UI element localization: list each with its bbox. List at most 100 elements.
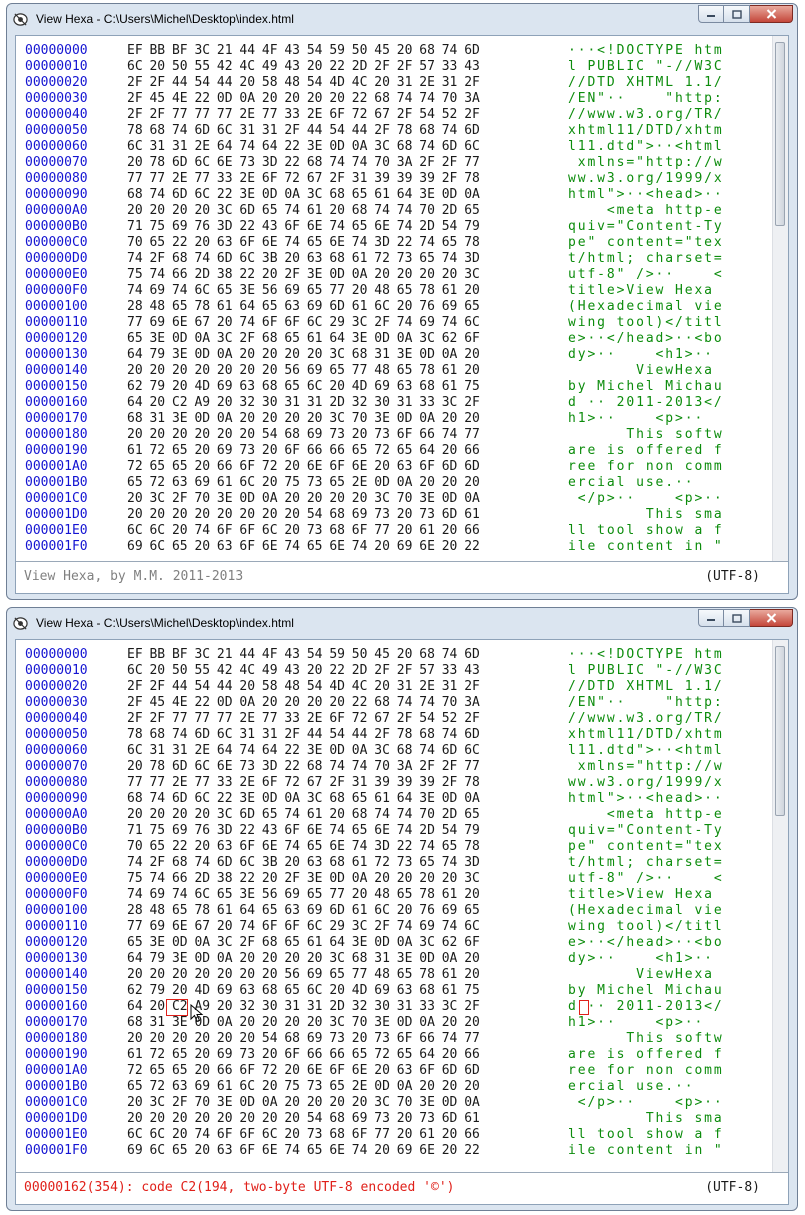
hex-bytes-cell: 74 69 74 6C 65 3E 56 69 65 77 20 48 65 7… <box>127 283 480 298</box>
ascii-cell: e>··</head>··<bo <box>568 935 724 950</box>
hex-bytes-cell: 72 65 65 20 66 6F 72 20 6E 6F 6E 20 63 6… <box>127 1063 480 1078</box>
ascii-cell: d ·· 2011-2013</ <box>568 395 724 410</box>
app-eye-icon <box>13 13 28 26</box>
ascii-cell: (Hexadecimal vie <box>568 299 724 314</box>
ascii-cell: dy>·· <h1>·· <box>568 347 724 362</box>
ascii-cell: xhtml11/DTD/xhtm <box>568 123 724 138</box>
address-cell: 00000100 <box>25 903 88 918</box>
address-cell: 000000C0 <box>25 839 88 854</box>
hex-dump-area[interactable]: 00000000 EF BB BF 3C 21 44 4F 43 54 59 50… <box>16 36 774 562</box>
address-cell: 00000110 <box>25 315 88 330</box>
address-cell: 00000160 <box>25 999 88 1014</box>
hex-bytes-cell: 74 69 74 6C 65 3E 56 69 65 77 20 48 65 7… <box>127 887 480 902</box>
hex-bytes-cell: 28 48 65 78 61 64 65 63 69 6D 61 6C 20 7… <box>127 903 480 918</box>
address-cell: 00000170 <box>25 1015 88 1030</box>
app-eye-icon <box>13 617 28 630</box>
ascii-cell: This sma <box>568 507 724 522</box>
ascii-cell: ercial use.·· <box>568 1079 724 1094</box>
address-cell: 00000070 <box>25 155 88 170</box>
hex-bytes-cell: 77 77 2E 77 33 2E 6F 72 67 2F 31 39 39 3… <box>127 171 480 186</box>
client-area: 00000000 EF BB BF 3C 21 44 4F 43 54 59 50… <box>15 35 789 594</box>
address-cell: 00000020 <box>25 679 88 694</box>
address-cell: 000000A0 <box>25 203 88 218</box>
ascii-cell: title>View Hexa <box>568 887 724 902</box>
title-bar[interactable]: View Hexa - C:\Users\Michel\Desktop\inde… <box>7 4 797 34</box>
address-cell: 00000170 <box>25 411 88 426</box>
hex-bytes-cell: 6C 31 31 2E 64 74 64 22 3E 0D 0A 3C 68 7… <box>127 139 480 154</box>
hex-bytes-cell: 62 79 20 4D 69 63 68 65 6C 20 4D 69 63 6… <box>127 379 480 394</box>
address-cell: 000001E0 <box>25 523 88 538</box>
ascii-cell: t/html; charset= <box>568 251 724 266</box>
address-cell: 00000080 <box>25 775 88 790</box>
address-cell: 000000E0 <box>25 267 88 282</box>
address-cell: 00000050 <box>25 727 88 742</box>
hex-bytes-cell: 69 6C 65 20 63 6F 6E 74 65 6E 74 20 69 6… <box>127 1143 480 1158</box>
ascii-cell: utf-8" />·· < <box>568 871 724 886</box>
hex-bytes-cell: 20 20 20 20 20 20 20 20 54 68 69 73 20 7… <box>127 1111 480 1126</box>
address-cell: 00000150 <box>25 983 88 998</box>
address-cell: 000001F0 <box>25 539 88 554</box>
hex-bytes-cell: 74 2F 68 74 6D 6C 3B 20 63 68 61 72 73 6… <box>127 855 480 870</box>
hex-bytes-cell: 72 65 65 20 66 6F 72 20 6E 6F 6E 20 63 6… <box>127 459 480 474</box>
hex-bytes-cell: 75 74 66 2D 38 22 20 2F 3E 0D 0A 20 20 2… <box>127 267 480 282</box>
encoding-indicator: (UTF-8) <box>705 1180 760 1195</box>
ascii-cell: //www.w3.org/TR/ <box>568 711 724 726</box>
address-cell: 00000090 <box>25 187 88 202</box>
encoding-indicator: (UTF-8) <box>705 569 760 584</box>
minimize-button[interactable] <box>698 609 724 627</box>
address-cell: 00000030 <box>25 695 88 710</box>
address-cell: 000000B0 <box>25 823 88 838</box>
hex-bytes-cell: 20 3C 2F 70 3E 0D 0A 20 20 20 20 3C 70 3… <box>127 1095 480 1110</box>
hex-bytes-cell: 75 74 66 2D 38 22 20 2F 3E 0D 0A 20 20 2… <box>127 871 480 886</box>
window-title: View Hexa - C:\Users\Michel\Desktop\inde… <box>36 616 294 630</box>
ascii-cell: h1>·· <p>·· <box>568 411 724 426</box>
minimize-icon <box>707 15 715 17</box>
ascii-cell: ile content in " <box>568 539 724 554</box>
hex-dump-area[interactable]: 00000000 EF BB BF 3C 21 44 4F 43 54 59 50… <box>16 640 774 1173</box>
ascii-cell: are is offered f <box>568 1047 724 1062</box>
scrollbar-thumb[interactable] <box>775 42 785 226</box>
scrollbar-thumb[interactable] <box>775 646 785 816</box>
address-cell: 000001C0 <box>25 491 88 506</box>
close-button[interactable] <box>750 5 793 23</box>
minimize-button[interactable] <box>698 5 724 23</box>
vertical-scrollbar[interactable] <box>772 36 788 562</box>
hex-bytes-cell: 77 69 6E 67 20 74 6F 6F 6C 29 3C 2F 74 6… <box>127 919 480 934</box>
hex-bytes-cell: 71 75 69 76 3D 22 43 6F 6E 74 65 6E 74 2… <box>127 219 480 234</box>
title-bar[interactable]: View Hexa - C:\Users\Michel\Desktop\inde… <box>7 608 797 638</box>
address-cell: 000001A0 <box>25 1063 88 1078</box>
hex-bytes-cell: 20 3C 2F 70 3E 0D 0A 20 20 20 20 3C 70 3… <box>127 491 480 506</box>
address-cell: 00000190 <box>25 1047 88 1062</box>
vertical-scrollbar[interactable] <box>772 640 788 1173</box>
address-cell: 000000A0 <box>25 807 88 822</box>
ascii-cell: ercial use.·· <box>568 475 724 490</box>
ascii-cell: /EN"·· "http: <box>568 91 724 106</box>
close-button[interactable] <box>750 609 793 627</box>
hex-bytes-cell: 20 20 20 20 20 20 20 56 69 65 77 48 65 7… <box>127 967 480 982</box>
hex-bytes-cell: 61 72 65 20 69 73 20 6F 66 66 65 72 65 6… <box>127 443 480 458</box>
maximize-button[interactable] <box>724 5 750 23</box>
address-cell: 000000B0 <box>25 219 88 234</box>
ascii-cell: utf-8" />·· < <box>568 267 724 282</box>
ascii-cell: ww.w3.org/1999/x <box>568 171 724 186</box>
address-cell: 000001D0 <box>25 1111 88 1126</box>
ascii-cell: quiv="Content-Ty <box>568 823 724 838</box>
address-cell: 00000010 <box>25 663 88 678</box>
hex-bytes-cell: 6C 6C 20 74 6F 6F 6C 20 73 68 6F 77 20 6… <box>127 1127 480 1142</box>
ascii-cell: by Michel Michau <box>568 983 724 998</box>
address-cell: 00000040 <box>25 107 88 122</box>
ascii-cell: dy>·· <h1>·· <box>568 951 724 966</box>
maximize-button[interactable] <box>724 609 750 627</box>
ascii-cell: h1>·· <p>·· <box>568 1015 724 1030</box>
address-cell: 000000F0 <box>25 283 88 298</box>
hex-bytes-cell: 6C 20 50 55 42 4C 49 43 20 22 2D 2F 2F 5… <box>127 663 480 678</box>
hex-bytes-cell: 64 20 C2 A9 20 32 30 31 31 2D 32 30 31 3… <box>127 395 480 410</box>
hex-bytes-cell: 74 2F 68 74 6D 6C 3B 20 63 68 61 72 73 6… <box>127 251 480 266</box>
address-cell: 00000120 <box>25 935 88 950</box>
hex-bytes-cell: 61 72 65 20 69 73 20 6F 66 66 65 72 65 6… <box>127 1047 480 1062</box>
address-cell: 00000030 <box>25 91 88 106</box>
hex-bytes-cell: 6C 6C 20 74 6F 6F 6C 20 73 68 6F 77 20 6… <box>127 523 480 538</box>
ascii-cell: html">··<head>·· <box>568 187 724 202</box>
address-cell: 00000100 <box>25 299 88 314</box>
address-cell: 00000150 <box>25 379 88 394</box>
